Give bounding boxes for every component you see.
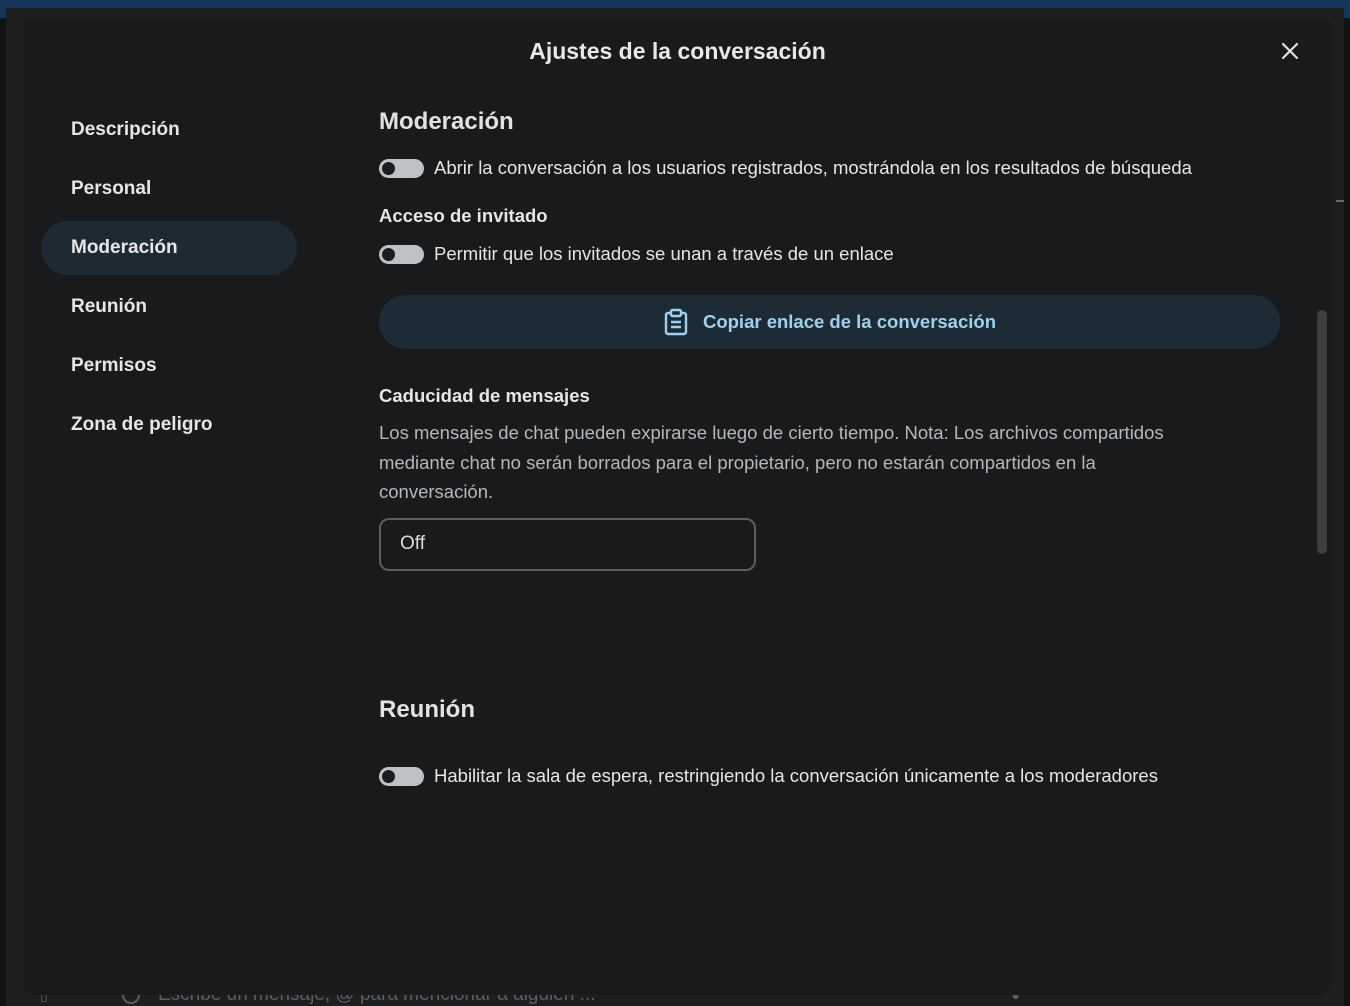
open-conversation-setting: Abrir la conversación a los usuarios reg… [379, 153, 1289, 182]
nav-item-descripcion[interactable]: Descripción [41, 103, 297, 157]
dialog-title: Ajustes de la conversación [529, 38, 826, 64]
message-expiration-select[interactable]: Off [379, 517, 756, 571]
conversation-settings-dialog: Ajustes de la conversación Descripción P… [24, 18, 1331, 995]
guest-access-toggle[interactable] [379, 245, 424, 264]
scrollbar[interactable] [1317, 310, 1327, 554]
nav-item-label: Descripción [71, 119, 180, 140]
settings-content: Moderación Abrir la conversación a los u… [379, 108, 1289, 790]
nav-item-label: Permisos [71, 355, 157, 376]
message-expiration-description: Los mensajes de chat pueden expirarse lu… [379, 422, 1164, 502]
open-conversation-toggle[interactable] [379, 159, 424, 178]
clipboard-icon [664, 308, 688, 336]
nav-item-personal[interactable]: Personal [41, 162, 297, 216]
guest-access-title: Acceso de invitado [379, 205, 548, 226]
nav-item-label: Personal [71, 178, 152, 199]
nav-item-moderacion[interactable]: Moderación [41, 221, 297, 275]
settings-nav: Descripción Personal Moderación Reunión … [41, 103, 301, 457]
message-expiration-value: Off [400, 533, 425, 554]
nav-item-reunion[interactable]: Reunión [41, 280, 297, 334]
nav-item-label: Reunión [71, 296, 147, 317]
message-expiration-title: Caducidad de mensajes [379, 385, 590, 406]
lobby-label: Habilitar la sala de espera, restringien… [434, 764, 1158, 786]
open-conversation-label: Abrir la conversación a los usuarios reg… [434, 157, 1192, 178]
moderation-section-title: Moderación [379, 108, 514, 135]
guest-access-setting: Permitir que los invitados se unan a tra… [379, 239, 1289, 268]
nav-item-zona-de-peligro[interactable]: Zona de peligro [41, 398, 297, 452]
guest-access-label: Permitir que los invitados se unan a tra… [434, 243, 894, 264]
copy-conversation-link-button[interactable]: Copiar enlace de la conversación [379, 295, 1280, 349]
nav-item-label: Zona de peligro [71, 414, 213, 435]
lobby-toggle[interactable] [379, 766, 424, 786]
copy-link-label: Copiar enlace de la conversación [702, 311, 997, 332]
close-button[interactable] [1275, 36, 1305, 66]
lobby-setting: Habilitar la sala de espera, restringien… [379, 761, 1289, 790]
meeting-section-title: Reunión [379, 695, 475, 723]
nav-item-label: Moderación [71, 237, 178, 258]
close-icon [1281, 42, 1299, 60]
nav-item-permisos[interactable]: Permisos [41, 339, 297, 393]
background-divider [1336, 200, 1344, 202]
